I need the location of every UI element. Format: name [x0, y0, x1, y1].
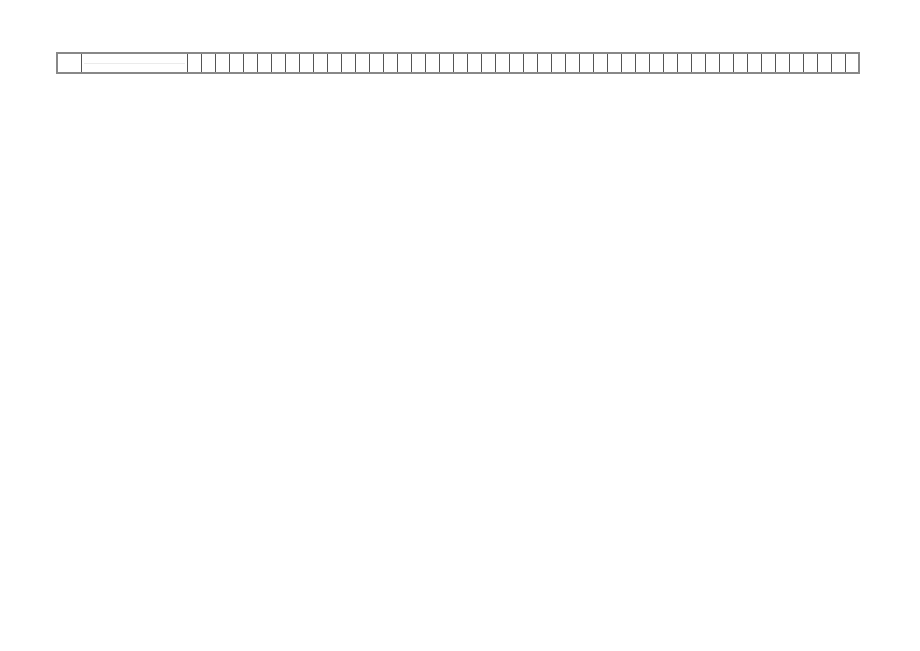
cell-narrow — [202, 54, 216, 72]
cell-narrow — [510, 54, 524, 72]
cell-narrow — [664, 54, 678, 72]
cell-narrow — [650, 54, 664, 72]
cell-narrow — [384, 54, 398, 72]
cell-narrow — [258, 54, 272, 72]
cell-narrow — [272, 54, 286, 72]
cell-narrow — [300, 54, 314, 72]
cell-narrow — [608, 54, 622, 72]
cell-narrow — [468, 54, 482, 72]
cell-narrow — [622, 54, 636, 72]
cell-narrow — [244, 54, 258, 72]
cell-narrow — [734, 54, 748, 72]
cell-wide-divider — [84, 63, 185, 64]
grid-row — [56, 52, 860, 74]
cell-narrow — [440, 54, 454, 72]
cell-narrow — [776, 54, 790, 72]
cell-narrow — [846, 54, 860, 72]
cell-narrow — [524, 54, 538, 72]
cell-narrow — [398, 54, 412, 72]
cell-narrow — [552, 54, 566, 72]
cell-narrow — [678, 54, 692, 72]
cell-narrow — [594, 54, 608, 72]
cell-narrow — [580, 54, 594, 72]
cell-narrow — [412, 54, 426, 72]
cell-narrow — [692, 54, 706, 72]
cell-narrow — [762, 54, 776, 72]
cell-narrow — [804, 54, 818, 72]
cell-narrow — [832, 54, 846, 72]
cell-wide — [82, 54, 188, 72]
cell-narrow — [342, 54, 356, 72]
cell-narrow — [286, 54, 300, 72]
cell-narrow — [496, 54, 510, 72]
cell-narrow — [748, 54, 762, 72]
cell-narrow — [538, 54, 552, 72]
cell-narrow — [454, 54, 468, 72]
cell-narrow — [566, 54, 580, 72]
cell-narrow — [230, 54, 244, 72]
cell-narrow — [426, 54, 440, 72]
cell-narrow — [356, 54, 370, 72]
cell-narrow — [216, 54, 230, 72]
cell-narrow — [636, 54, 650, 72]
cell-narrow — [482, 54, 496, 72]
cell-narrow — [188, 54, 202, 72]
cell-first — [58, 54, 82, 72]
cell-narrow — [790, 54, 804, 72]
cell-narrow — [328, 54, 342, 72]
cell-narrow — [706, 54, 720, 72]
cell-narrow — [818, 54, 832, 72]
cell-narrow — [314, 54, 328, 72]
cell-narrow — [720, 54, 734, 72]
cell-narrow — [370, 54, 384, 72]
